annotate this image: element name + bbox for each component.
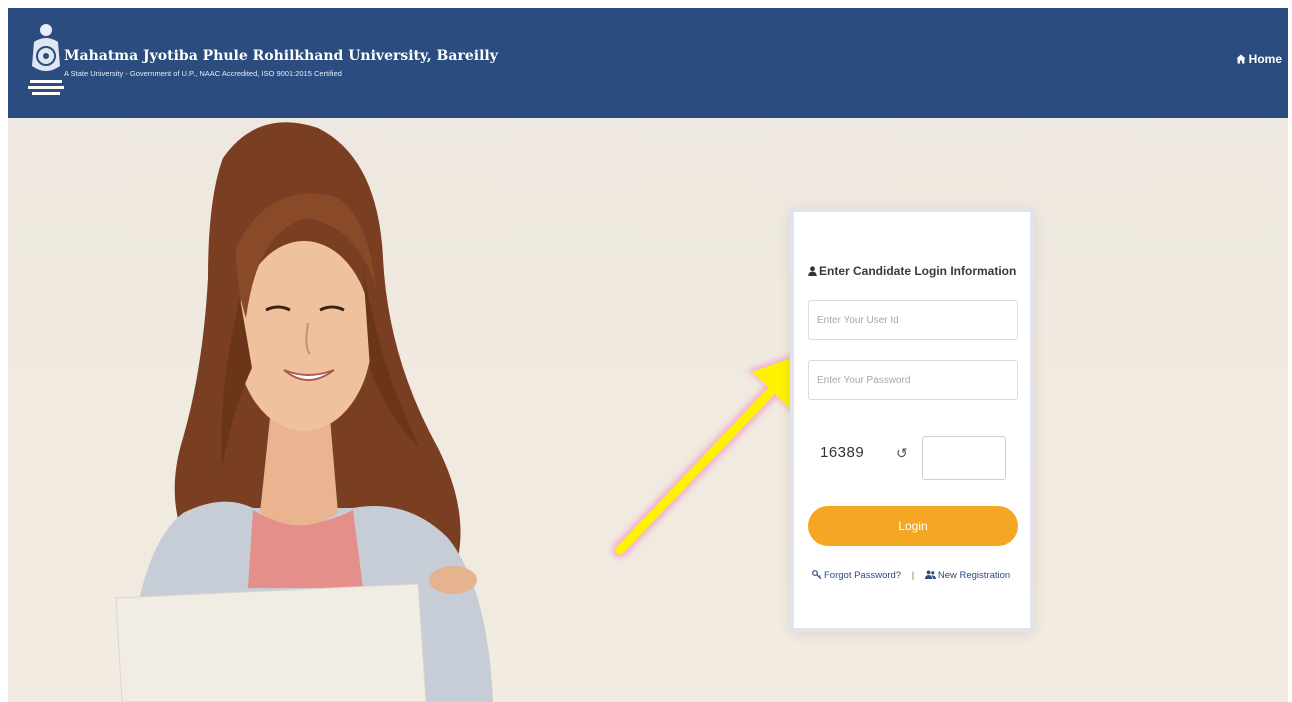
forgot-password-link[interactable]: Forgot Password? <box>812 570 904 581</box>
new-registration-label: New Registration <box>937 570 1011 581</box>
university-logo <box>28 24 64 95</box>
link-separator: | <box>911 570 915 581</box>
login-card: Enter Candidate Login Information 16389 … <box>794 212 1030 628</box>
page-frame: Mahatma Jyotiba Phule Rohilkhand Univers… <box>8 8 1288 702</box>
forgot-password-label: Forgot Password? <box>824 570 902 581</box>
refresh-icon[interactable]: ↺ <box>896 445 908 462</box>
captcha-code: 16389 <box>820 444 865 461</box>
login-links: Forgot Password? | New Registration <box>812 570 1010 581</box>
password-input[interactable] <box>808 360 1018 400</box>
home-link[interactable]: Home <box>1236 52 1282 66</box>
key-icon <box>812 570 822 580</box>
site-header: Mahatma Jyotiba Phule Rohilkhand Univers… <box>8 8 1288 118</box>
captcha-input[interactable] <box>922 436 1006 480</box>
login-card-title: Enter Candidate Login Information <box>808 264 1016 278</box>
university-title: Mahatma Jyotiba Phule Rohilkhand Univers… <box>64 48 498 64</box>
university-subtitle: A State University - Government of U.P.,… <box>64 69 342 78</box>
new-registration-link[interactable]: New Registration <box>924 570 1011 581</box>
home-label: Home <box>1248 52 1282 66</box>
user-icon <box>808 266 817 276</box>
hero-image <box>115 122 493 702</box>
login-button[interactable]: Login <box>808 506 1018 546</box>
login-card-title-text: Enter Candidate Login Information <box>819 264 1017 278</box>
user-id-input[interactable] <box>808 300 1018 340</box>
home-icon <box>1236 54 1246 64</box>
users-icon <box>924 570 936 579</box>
